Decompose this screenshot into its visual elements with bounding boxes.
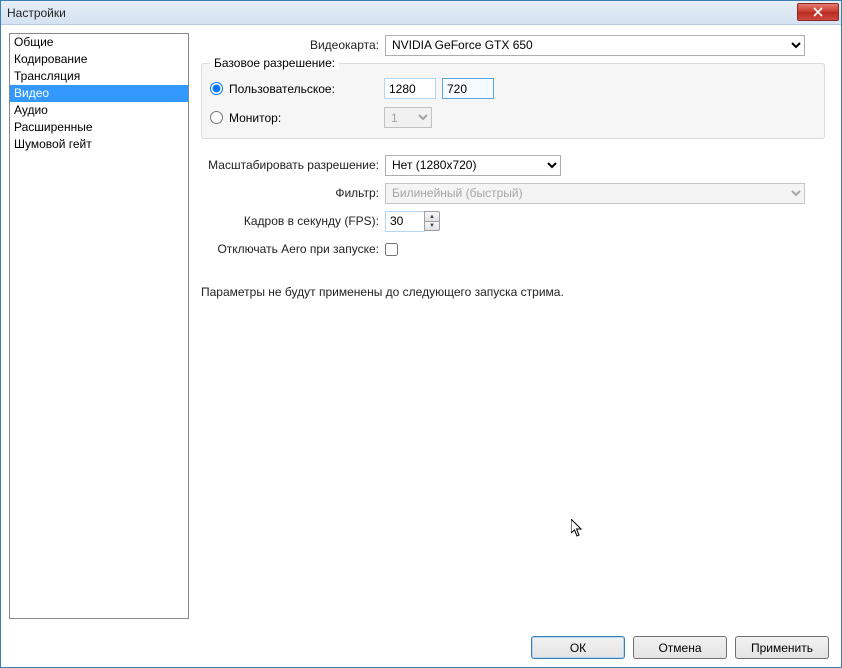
restart-note: Параметры не будут применены до следующе… [201,285,825,299]
sidebar-item-video[interactable]: Видео [10,85,188,102]
group-title: Базовое разрешение: [210,56,339,70]
fps-row: Кадров в секунду (FPS): ▲ ▼ [201,209,825,233]
close-button[interactable] [797,3,839,21]
main-panel: Видеокарта: NVIDIA GeForce GTX 650 Базов… [201,33,833,619]
scale-select[interactable]: Нет (1280x720) [385,155,561,176]
close-icon [813,7,823,17]
sidebar-item-general[interactable]: Общие [10,34,188,51]
ok-button[interactable]: ОК [531,636,625,659]
sidebar-item-encoding[interactable]: Кодирование [10,51,188,68]
radio-monitor-row: Монитор: 1 [210,107,816,128]
height-input[interactable] [442,78,494,99]
fps-label: Кадров в секунду (FPS): [201,214,385,228]
scale-row: Масштабировать разрешение: Нет (1280x720… [201,153,825,177]
sidebar-item-audio[interactable]: Аудио [10,102,188,119]
custom-radio-label: Пользовательское: [229,82,335,96]
custom-radio[interactable] [210,82,223,95]
settings-window: Настройки Общие Кодирование Трансляция В… [0,0,842,668]
sidebar-item-noisegate[interactable]: Шумовой гейт [10,136,188,153]
filter-row: Фильтр: Билинейный (быстрый) [201,181,825,205]
aero-checkbox[interactable] [385,243,398,256]
sidebar-item-advanced[interactable]: Расширенные [10,119,188,136]
sidebar-item-stream[interactable]: Трансляция [10,68,188,85]
monitor-radio[interactable] [210,111,223,124]
scale-label: Масштабировать разрешение: [201,158,385,172]
monitor-select: 1 [384,107,432,128]
footer: ОК Отмена Применить [1,627,841,667]
gpu-select[interactable]: NVIDIA GeForce GTX 650 [385,35,805,56]
radio-custom-row: Пользовательское: [210,78,816,99]
content-area: Общие Кодирование Трансляция Видео Аудио… [1,25,841,627]
filter-select: Билинейный (быстрый) [385,183,805,204]
cancel-button[interactable]: Отмена [633,636,727,659]
gpu-label: Видеокарта: [201,38,385,52]
sidebar: Общие Кодирование Трансляция Видео Аудио… [9,33,189,619]
titlebar: Настройки [1,1,841,25]
gpu-row: Видеокарта: NVIDIA GeForce GTX 650 [201,33,825,57]
fps-input[interactable] [385,211,425,232]
window-title: Настройки [7,6,66,20]
aero-label: Отключать Aero при запуске: [201,242,385,256]
fps-down-button[interactable]: ▼ [424,221,440,231]
fps-spinner: ▲ ▼ [385,211,440,232]
base-resolution-group: Базовое разрешение: Пользовательское: Мо… [201,63,825,139]
aero-row: Отключать Aero при запуске: [201,237,825,261]
filter-label: Фильтр: [201,186,385,200]
width-input[interactable] [384,78,436,99]
fps-up-button[interactable]: ▲ [424,211,440,221]
monitor-radio-label: Монитор: [229,111,281,125]
apply-button[interactable]: Применить [735,636,829,659]
